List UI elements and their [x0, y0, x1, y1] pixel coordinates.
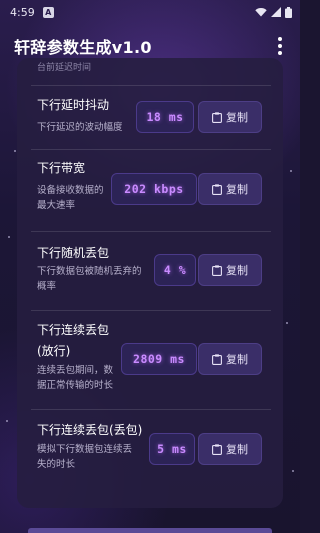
- battery-icon: [285, 6, 292, 18]
- signal-icon: [271, 7, 281, 17]
- divider: [31, 310, 271, 311]
- param-name: 下行连续丢包(丢包): [37, 423, 143, 437]
- param-name: 下行带宽: [37, 161, 86, 175]
- param-value: 2809 ms: [121, 343, 197, 375]
- status-time: 4:59: [10, 5, 35, 19]
- app-title: 轩辞参数生成v1.0: [14, 38, 152, 57]
- param-desc: 下行延迟的波动幅度: [37, 122, 123, 133]
- clipboard-icon: [212, 353, 222, 365]
- star: [286, 322, 288, 324]
- params-card: 台前延迟时间 下行延时抖动 下行延迟的波动幅度 18 ms 复制 下行带宽 设备…: [17, 58, 283, 508]
- star: [292, 470, 294, 472]
- copy-label: 复制: [226, 443, 248, 456]
- param-name: 下行连续丢包: [37, 323, 110, 337]
- clipboard-icon: [212, 264, 222, 276]
- param-desc: 连续丢包期间，数: [37, 365, 114, 376]
- star: [290, 170, 292, 172]
- overflow-menu-icon[interactable]: [272, 34, 288, 58]
- star: [6, 420, 8, 422]
- param-desc: 模拟下行数据包连续丢: [37, 444, 133, 455]
- param-desc: 概率: [37, 281, 57, 292]
- divider: [31, 149, 271, 150]
- param-value: 5 ms: [149, 433, 195, 465]
- copy-label: 复制: [226, 111, 248, 124]
- param-name: (放行): [37, 344, 71, 358]
- app-notification-icon: A: [42, 6, 54, 18]
- divider: [31, 85, 271, 86]
- wifi-icon: [255, 8, 267, 17]
- param-desc: 设备接收数据的: [37, 185, 104, 196]
- copy-button[interactable]: 复制: [198, 343, 262, 375]
- param-name: 下行延时抖动: [37, 98, 110, 112]
- copy-label: 复制: [226, 264, 248, 277]
- divider: [31, 231, 271, 232]
- star: [8, 236, 10, 238]
- param-value: 202 kbps: [111, 173, 197, 205]
- param-value: 18 ms: [136, 101, 194, 133]
- copy-label: 复制: [226, 183, 248, 196]
- clipped-desc: 台前延迟时间: [37, 63, 92, 73]
- param-value: 4 %: [154, 254, 196, 286]
- clipboard-icon: [212, 183, 222, 195]
- divider: [31, 409, 271, 410]
- clipboard-icon: [212, 443, 222, 455]
- copy-label: 复制: [226, 353, 248, 366]
- param-desc: 下行数据包被随机丢弃的: [37, 266, 142, 277]
- param-desc: 据正常传输的时长: [37, 380, 114, 391]
- copy-button[interactable]: 复制: [198, 433, 262, 465]
- param-desc: 失的时长: [37, 459, 76, 470]
- clipboard-icon: [212, 111, 222, 123]
- star: [14, 150, 16, 152]
- status-icons: [255, 6, 292, 18]
- copy-button[interactable]: 复制: [198, 173, 262, 205]
- copy-button[interactable]: 复制: [198, 101, 262, 133]
- status-bar: 4:59 A: [0, 0, 300, 24]
- copy-button[interactable]: 复制: [198, 254, 262, 286]
- param-name: 下行随机丢包: [37, 246, 110, 260]
- next-section-edge: [28, 528, 272, 533]
- param-desc: 最大速率: [37, 200, 76, 211]
